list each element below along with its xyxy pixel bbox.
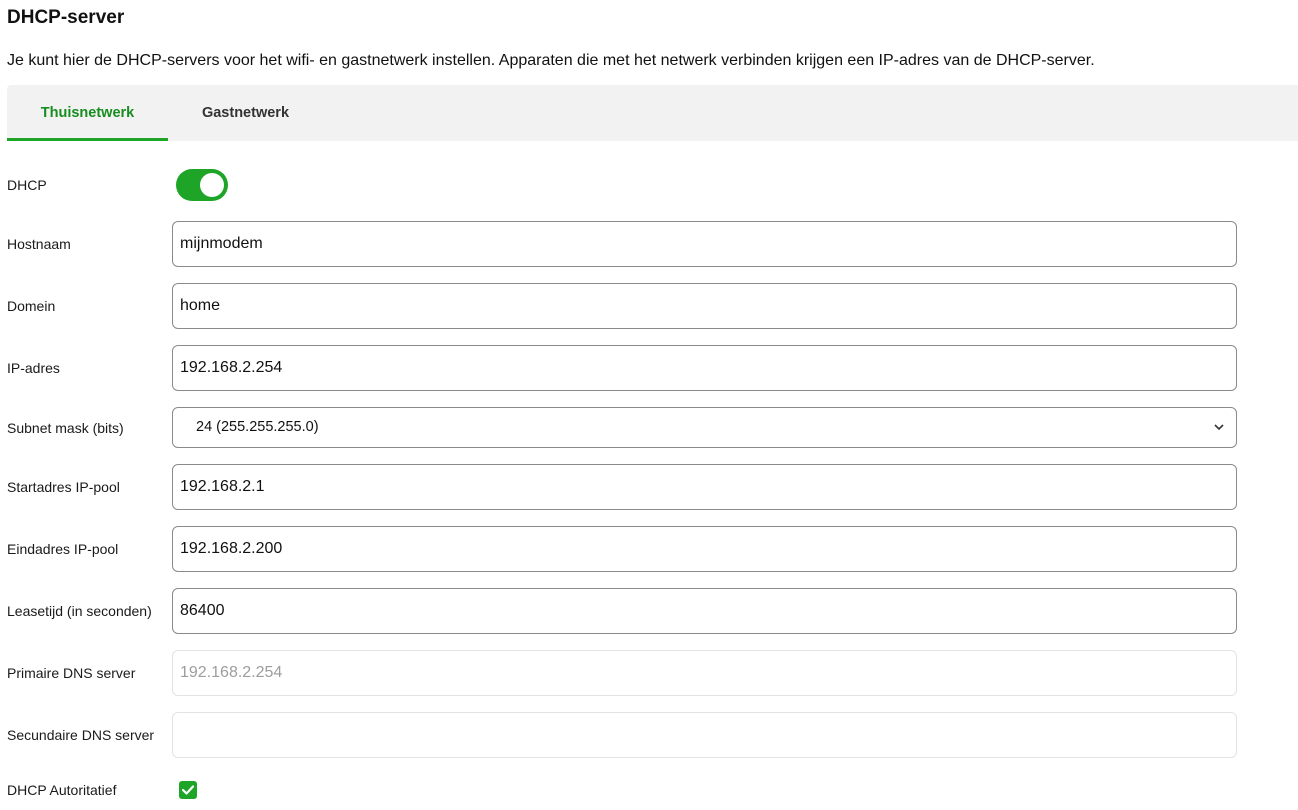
toggle-knob <box>200 173 224 197</box>
pool-end-label: Eindadres IP-pool <box>7 541 119 557</box>
hostname-label: Hostnaam <box>7 236 71 252</box>
ip-address-label: IP-adres <box>7 360 60 376</box>
hostname-input[interactable] <box>172 221 1237 267</box>
ip-address-input[interactable] <box>172 345 1237 391</box>
tab-thuisnetwerk[interactable]: Thuisnetwerk <box>7 85 168 141</box>
page-description: Je kunt hier de DHCP-servers voor het wi… <box>7 52 1095 69</box>
checkmark-icon <box>181 785 195 795</box>
secondary-dns-input[interactable] <box>172 712 1237 758</box>
domain-label: Domein <box>7 298 56 314</box>
pool-start-label: Startadres IP-pool <box>7 479 120 495</box>
subnet-mask-select[interactable]: 24 (255.255.255.0) <box>172 407 1237 448</box>
dhcp-label: DHCP <box>7 177 47 193</box>
pool-end-input[interactable] <box>172 526 1237 572</box>
page-title: DHCP-server <box>7 7 125 28</box>
lease-time-label: Leasetijd (in seconden) <box>7 603 152 619</box>
domain-input[interactable] <box>172 283 1237 329</box>
subnet-mask-label: Subnet mask (bits) <box>7 420 124 436</box>
primary-dns-input <box>172 650 1237 696</box>
dhcp-toggle[interactable] <box>176 169 228 201</box>
secondary-dns-label: Secundaire DNS server <box>7 727 155 743</box>
primary-dns-label: Primaire DNS server <box>7 665 136 681</box>
tab-bar: Thuisnetwerk Gastnetwerk <box>7 85 1298 141</box>
chevron-down-icon <box>1214 424 1224 431</box>
lease-time-input[interactable] <box>172 588 1237 634</box>
authoritative-label: DHCP Autoritatief <box>7 782 117 798</box>
authoritative-checkbox[interactable] <box>179 781 197 799</box>
subnet-mask-value: 24 (255.255.255.0) <box>196 419 319 435</box>
tab-gastnetwerk[interactable]: Gastnetwerk <box>168 85 323 141</box>
pool-start-input[interactable] <box>172 464 1237 510</box>
